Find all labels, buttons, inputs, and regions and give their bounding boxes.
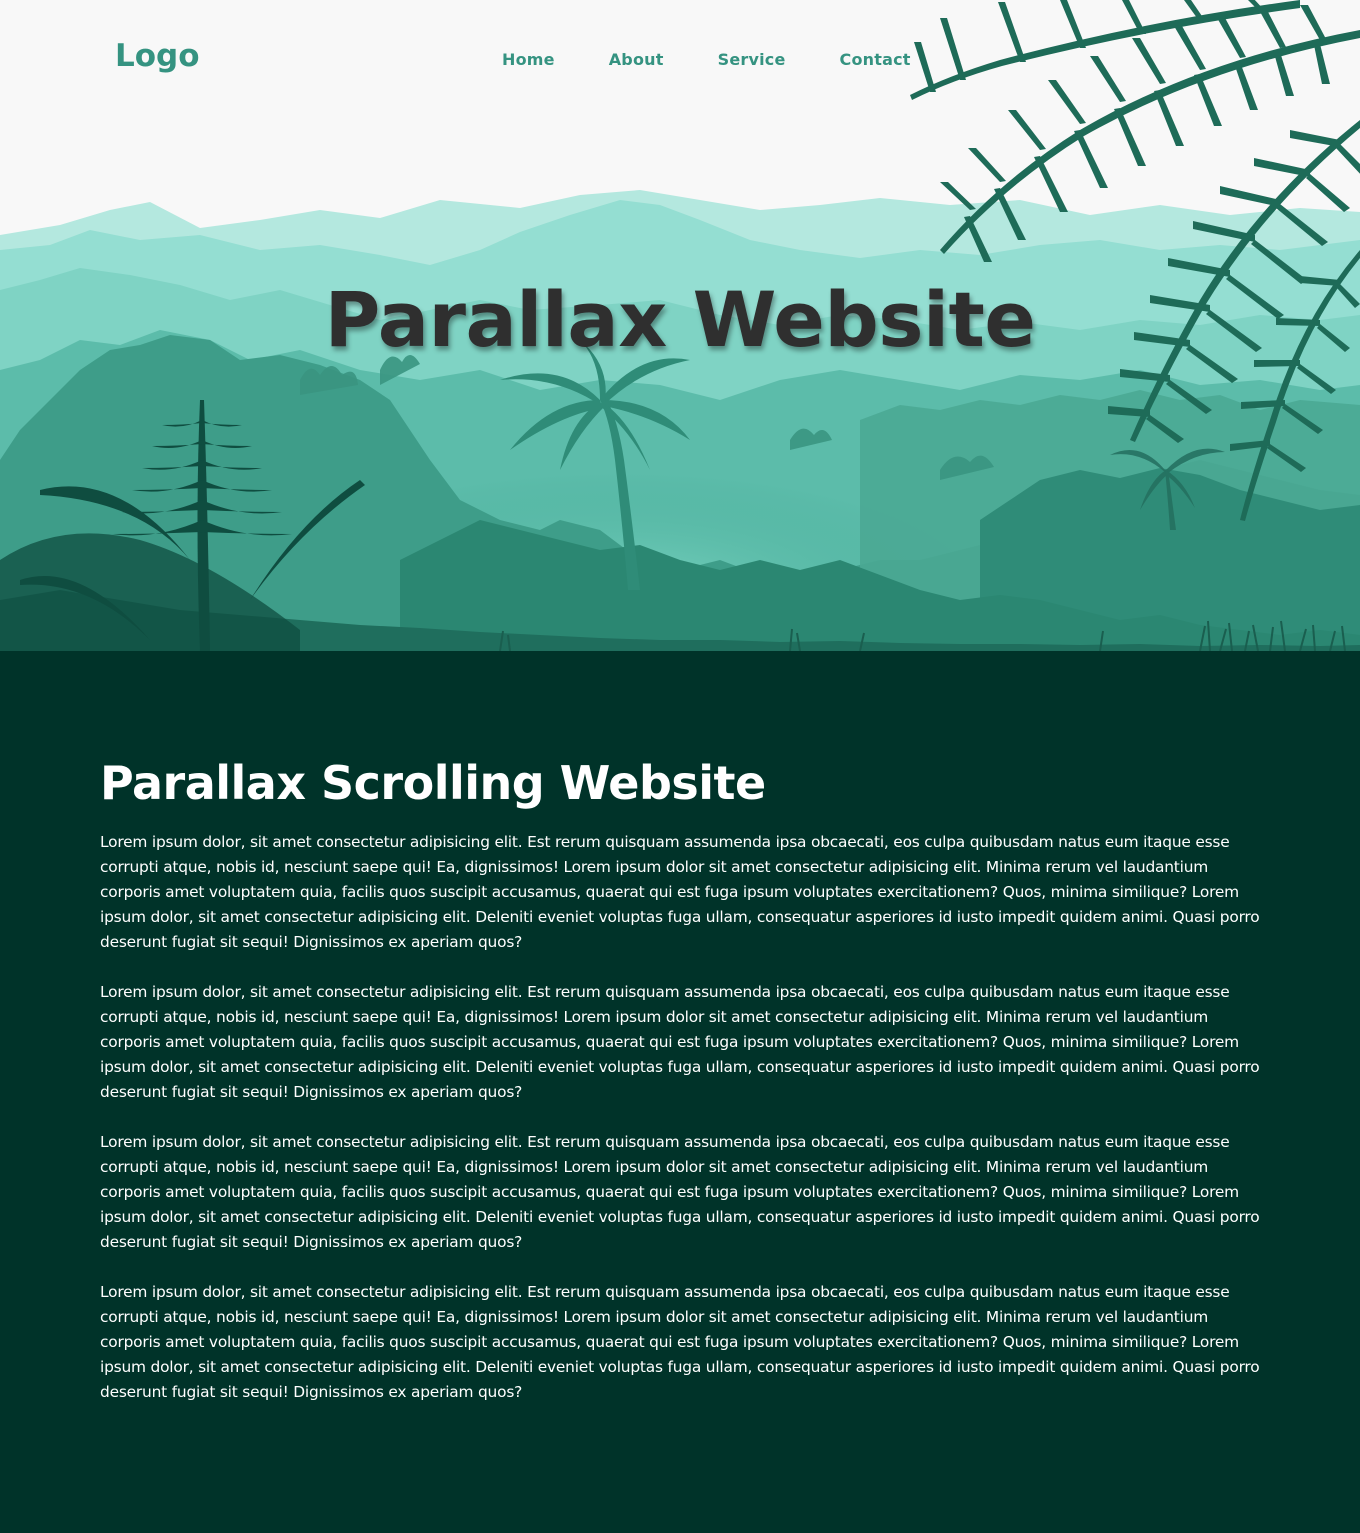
paragraph: Lorem ipsum dolor, sit amet consectetur … [100, 983, 1260, 1101]
nav-link-contact[interactable]: Contact [840, 50, 911, 69]
section-heading: Parallax Scrolling Website [100, 756, 766, 810]
nav-link-service[interactable]: Service [718, 50, 786, 69]
site-header: Logo Home About Service Contact [0, 0, 1360, 120]
hero-section: Logo Home About Service Contact Parallax… [0, 0, 1360, 651]
paragraph: Lorem ipsum dolor, sit amet consectetur … [100, 833, 1260, 951]
paragraph: Lorem ipsum dolor, sit amet consectetur … [100, 1283, 1260, 1401]
hero-title: Parallax Website [324, 275, 1036, 364]
main-nav: Home About Service Contact [502, 50, 911, 69]
nav-link-about[interactable]: About [609, 50, 664, 69]
paragraph: Lorem ipsum dolor, sit amet consectetur … [100, 1133, 1260, 1251]
logo[interactable]: Logo [115, 38, 200, 74]
nav-link-home[interactable]: Home [502, 50, 555, 69]
content-section: Parallax Scrolling Website Lorem ipsum d… [0, 651, 1360, 1533]
